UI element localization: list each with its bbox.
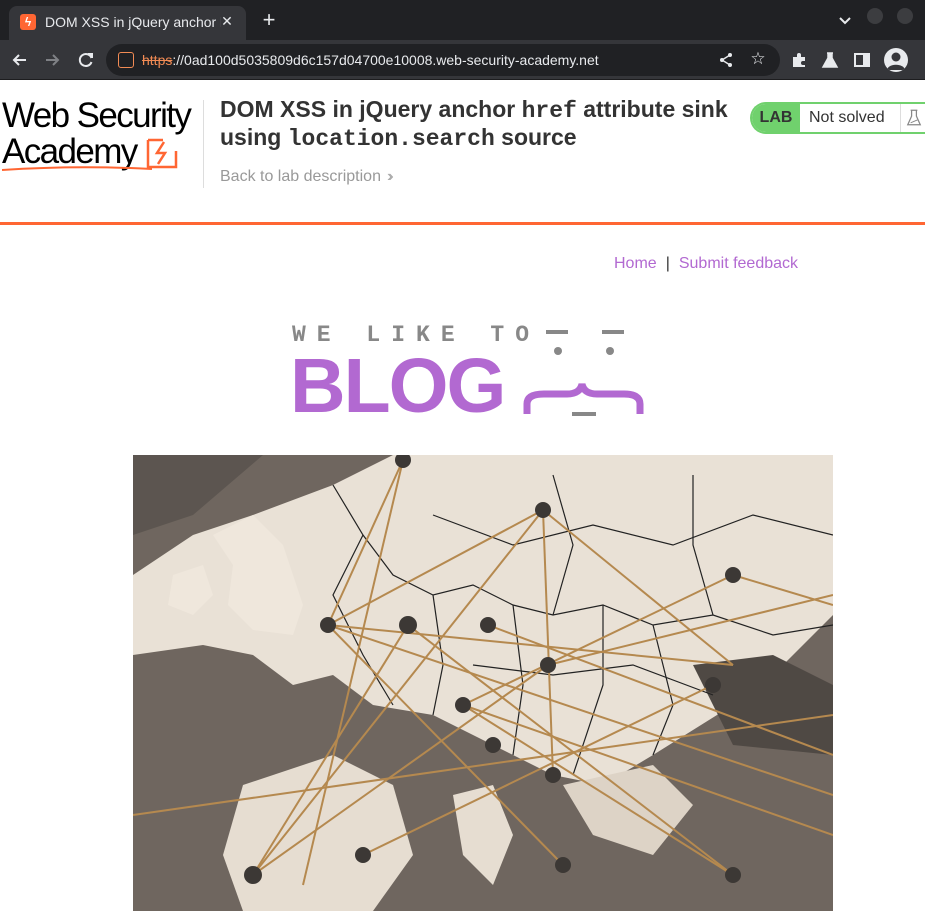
academy-header: Web Security Academy DOM XSS in jQuery a… (0, 80, 925, 225)
window-minimize-icon[interactable] (867, 8, 883, 24)
blog-hero-image (133, 455, 833, 911)
window-close-icon[interactable] (897, 8, 913, 24)
bookmark-star-icon[interactable]: ☆ (749, 50, 767, 68)
lab-title: DOM XSS in jQuery anchor href attribute … (220, 96, 740, 152)
browser-tab[interactable]: ϟ DOM XSS in jQuery anchor href attribut… (9, 6, 246, 40)
browser-tab-strip: ϟ DOM XSS in jQuery anchor href attribut… (0, 0, 925, 40)
header-divider (203, 100, 204, 188)
logo-swoosh-icon (2, 166, 152, 171)
nav-separator: | (665, 255, 670, 272)
lab-title-text: source (494, 124, 577, 150)
profile-avatar[interactable] (884, 48, 908, 72)
tab-close-icon[interactable]: ✕ (218, 12, 236, 30)
url-scheme: https (142, 52, 173, 68)
flask-icon (900, 104, 922, 132)
lab-title-code-href: href (521, 98, 577, 124)
europe-map-strings-image (133, 455, 833, 911)
side-panel-icon[interactable] (852, 50, 872, 70)
browser-toolbar: https://0ad100d5035809d6c157d04700e10008… (0, 40, 925, 80)
home-link[interactable]: Home (614, 255, 657, 272)
logo-line1: Web Security (2, 96, 192, 135)
lightning-bolt-icon (146, 138, 178, 169)
lab-status-badge: LAB Not solved (750, 102, 925, 134)
blog-logo: WE LIKE TO BLOG (290, 322, 650, 429)
share-icon[interactable] (718, 52, 734, 68)
forward-arrow-icon[interactable] (42, 50, 62, 70)
tab-title: DOM XSS in jQuery anchor href attribute … (45, 14, 221, 30)
new-tab-icon[interactable]: + (258, 9, 280, 31)
reload-icon[interactable] (76, 50, 96, 70)
back-arrow-icon[interactable] (10, 50, 30, 70)
double-chevron-right-icon: ›› (386, 168, 393, 185)
profile-person-icon (887, 52, 905, 70)
lab-status-text: Not solved (809, 109, 885, 126)
blog-logo-face-icon (523, 330, 644, 416)
address-bar[interactable]: https://0ad100d5035809d6c157d04700e10008… (106, 44, 780, 76)
site-info-icon[interactable] (118, 52, 134, 68)
lab-title-code-source: location.search (287, 126, 495, 152)
tab-search-chevron-down-icon[interactable] (836, 11, 854, 29)
portswigger-favicon-icon: ϟ (20, 14, 36, 30)
url-host: ://0ad100d5035809d6c157d04700e10008.web-… (172, 52, 599, 68)
back-link-label: Back to lab description (220, 168, 381, 185)
lab-title-text: DOM XSS in jQuery anchor (220, 96, 522, 122)
url-text[interactable]: https://0ad100d5035809d6c157d04700e10008… (142, 52, 599, 68)
lab-label: LAB (752, 104, 800, 132)
extensions-puzzle-icon[interactable] (789, 50, 809, 70)
labs-flask-icon[interactable] (820, 50, 840, 70)
submit-feedback-link[interactable]: Submit feedback (679, 255, 798, 272)
back-to-lab-description-link[interactable]: Back to lab description ›› (220, 168, 393, 186)
blog-top-links: Home | Submit feedback (614, 255, 798, 273)
blog-logo-word: BLOG (290, 343, 506, 429)
